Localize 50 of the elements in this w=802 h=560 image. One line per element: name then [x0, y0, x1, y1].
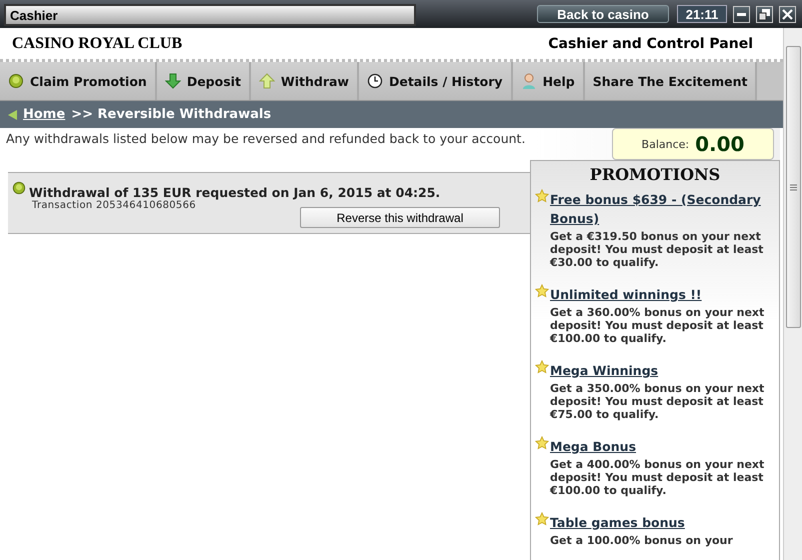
nav-tab[interactable]: Share The Excitement: [584, 62, 758, 100]
promotion-link[interactable]: Mega Winnings: [550, 361, 775, 380]
scrollbar[interactable]: [783, 28, 802, 560]
balance-value: 0.00: [695, 132, 744, 156]
close-button[interactable]: [779, 6, 796, 22]
promotion-link[interactable]: Unlimited winnings !!: [550, 285, 775, 304]
intro-text: Any withdrawals listed below may be reversed and refunded back to your account.: [6, 132, 526, 146]
restore-icon: [759, 8, 770, 20]
star-icon: [535, 284, 549, 298]
promotion-link[interactable]: Mega Bonus: [550, 437, 775, 456]
balance-label: Balance:: [642, 138, 690, 150]
promotion-text: Get a 350.00% bonus on your next deposit! You must deposit at least €75.00 to qualify.: [550, 382, 766, 421]
breadcrumb-current: >> Reversible Withdrawals: [71, 107, 272, 122]
restore-button[interactable]: [756, 6, 773, 22]
home-link[interactable]: Home: [23, 107, 66, 122]
person-icon: [520, 73, 537, 89]
promotion-text: Get a €319.50 bonus on your next deposit! You must deposit at least €30.00 to qualify.: [550, 230, 764, 269]
close-icon: [782, 8, 793, 20]
up-arrow-icon: [258, 73, 275, 89]
grip-icon: [790, 184, 796, 190]
star-icon: [535, 512, 549, 526]
nav-tab[interactable]: Withdraw: [250, 62, 359, 100]
clock: 21:11: [677, 5, 727, 23]
transaction-id: Transaction 205346410680566: [32, 200, 197, 211]
star-icon: [535, 360, 549, 374]
nav-tab[interactable]: Deposit: [156, 62, 251, 100]
scroll-thumb[interactable]: [786, 46, 800, 328]
clock-icon: [366, 73, 383, 89]
promotion-text: Get a 400.00% bonus on your next deposit! You must deposit at least €100.00 to qualify.: [550, 458, 766, 497]
window-title: Cashier: [4, 4, 416, 26]
star-icon: [535, 189, 549, 203]
brand-title: CASINO ROYAL CLUB: [12, 34, 182, 52]
star-icon: [535, 436, 549, 450]
reverse-button[interactable]: Reverse this withdrawal: [300, 207, 500, 228]
promotion-text: Get a 360.00% bonus on your next deposit! You must deposit at least €100.00 to qualify.: [550, 306, 766, 345]
promotion-link[interactable]: Table games bonus: [550, 513, 733, 532]
back-to-casino-button[interactable]: Back to casino: [537, 5, 669, 23]
coin-icon: [12, 181, 26, 195]
promotion-text: Get a 100.00% bonus on your: [550, 534, 733, 547]
back-arrow-icon: [8, 110, 17, 120]
nav-tab[interactable]: Claim Promotion: [0, 62, 157, 100]
nav-tab[interactable]: Help: [512, 62, 585, 100]
panel-title: Cashier and Control Panel: [548, 36, 753, 52]
coin-icon: [8, 73, 24, 89]
down-arrow-icon: [164, 73, 181, 89]
promotion-link[interactable]: Free bonus $639 - (Secondary Bonus): [550, 190, 775, 228]
minimize-button[interactable]: [733, 6, 750, 22]
promotions-title: PROMOTIONS: [588, 165, 722, 184]
nav-tab[interactable]: Details / History: [358, 62, 513, 100]
withdrawal-title: Withdrawal of 135 EUR requested on Jan 6, 2015 at 04:25.: [29, 184, 440, 200]
